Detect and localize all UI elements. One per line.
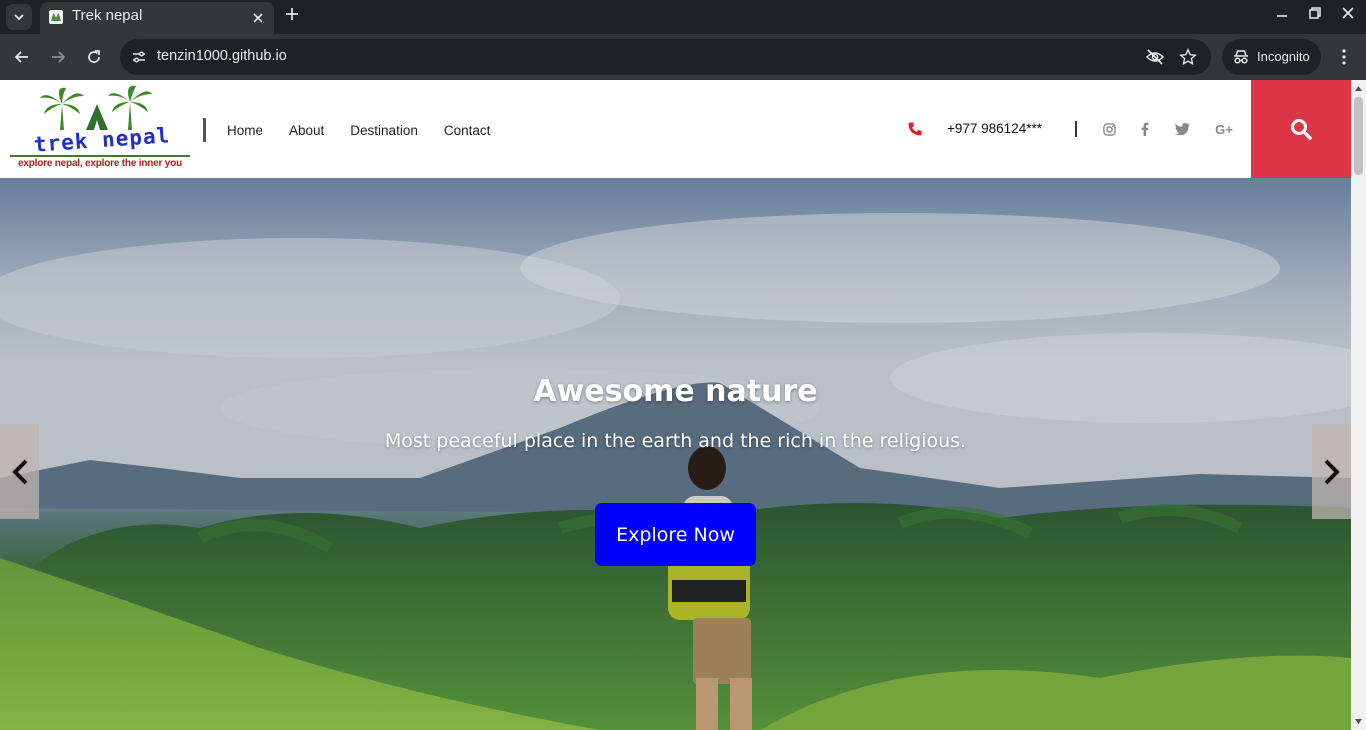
restore-icon [1309,7,1321,19]
more-vertical-icon [1342,49,1346,65]
eye-off-icon [1145,49,1165,65]
phone-icon [908,122,922,136]
browser-tab[interactable]: Trek nepal [40,2,274,34]
phone-number[interactable]: +977 986124*** [947,121,1042,136]
close-icon [1342,7,1354,19]
incognito-label: Incognito [1257,49,1310,64]
minimize-icon [1277,15,1287,17]
browser-toolbar: tenzin1000.github.io Incognito [0,34,1366,80]
nav-link-contact[interactable]: Contact [444,123,491,138]
explore-now-button[interactable]: Explore Now [595,503,756,566]
close-tab-icon[interactable] [250,10,266,26]
instagram-link[interactable] [1099,121,1119,137]
site-logo[interactable]: trek nepal explore nepal, explore the in… [10,84,190,172]
tab-search-button[interactable] [6,4,32,30]
google-plus-link[interactable]: G+ [1213,121,1235,137]
twitter-link[interactable] [1172,121,1192,137]
site-info-button[interactable] [128,46,150,68]
site-favicon-icon [49,10,63,24]
logo-underline [10,155,190,157]
arrow-left-icon [14,51,28,63]
arrow-right-icon [52,51,66,63]
incognito-badge[interactable]: Incognito [1222,39,1321,75]
restore-button[interactable] [1301,0,1329,26]
chevron-down-icon [14,14,24,21]
page-scrollbar[interactable] [1351,80,1366,730]
back-button[interactable] [11,46,33,68]
hero-overlay [0,178,1351,730]
incognito-icon [1234,50,1248,64]
tab-title: Trek nepal [72,7,143,24]
minimize-button[interactable] [1268,0,1296,26]
search-icon [1291,119,1312,140]
instagram-icon [1102,122,1116,136]
scrollbar-thumb[interactable] [1354,97,1363,175]
hero-title: Awesome nature [533,374,818,409]
nav-divider [203,118,206,142]
scroll-down-icon[interactable] [1354,717,1363,726]
close-window-button[interactable] [1334,0,1362,26]
page-viewport: trek nepal explore nepal, explore the in… [0,80,1366,730]
tracking-protection-button[interactable] [1145,47,1165,67]
address-bar[interactable]: tenzin1000.github.io [120,39,1211,75]
logo-tagline: explore nepal, explore the inner you [18,158,182,169]
carousel-next-button[interactable] [1312,424,1351,519]
reload-icon [88,50,100,63]
nav-link-home[interactable]: Home [227,123,263,138]
browser-tab-strip: Trek nepal [0,0,1366,34]
chevron-right-icon [1324,459,1340,484]
twitter-icon [1174,123,1190,135]
facebook-icon [1141,122,1149,136]
new-tab-icon[interactable] [282,4,302,24]
star-icon [1179,48,1197,66]
chevron-left-icon [11,459,27,484]
site-header: trek nepal explore nepal, explore the in… [0,80,1351,178]
forward-button[interactable] [47,46,69,68]
nav-link-about[interactable]: About [289,123,324,138]
contact-divider [1075,121,1077,137]
nav-link-destination[interactable]: Destination [350,123,418,138]
facebook-link[interactable] [1135,121,1155,137]
carousel-prev-button[interactable] [0,424,39,519]
url-text[interactable]: tenzin1000.github.io [157,48,287,64]
scroll-up-icon[interactable] [1354,84,1363,93]
main-nav: Home About Destination Contact [227,123,490,138]
hero-carousel: Awesome nature Most peaceful place in th… [0,178,1351,730]
tune-icon [133,51,145,63]
browser-menu-button[interactable] [1333,46,1355,68]
bookmark-button[interactable] [1178,47,1198,67]
hero-subtitle: Most peaceful place in the earth and the… [384,430,967,452]
reload-button[interactable] [83,46,105,68]
search-button[interactable] [1251,80,1351,178]
